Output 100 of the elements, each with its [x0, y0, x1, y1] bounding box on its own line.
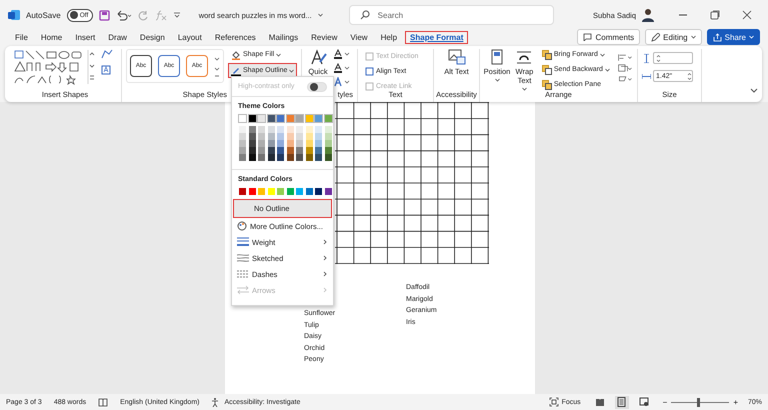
color-swatch[interactable] — [296, 140, 303, 147]
color-swatch[interactable] — [286, 154, 294, 161]
color-swatch[interactable] — [268, 154, 274, 161]
color-swatch[interactable] — [268, 126, 274, 133]
color-swatch[interactable] — [239, 154, 246, 161]
search-field[interactable]: Search — [348, 5, 554, 25]
color-swatch[interactable] — [277, 188, 284, 195]
color-swatch[interactable] — [296, 154, 303, 161]
ribbon-tab[interactable]: File — [10, 30, 33, 44]
color-swatch[interactable] — [296, 126, 303, 133]
ribbon-tab[interactable]: Mailings — [264, 30, 304, 44]
color-swatch[interactable] — [248, 147, 256, 154]
color-swatch[interactable] — [258, 140, 265, 147]
color-swatch[interactable] — [248, 188, 256, 195]
editing-button[interactable]: Editing — [645, 29, 702, 45]
color-swatch[interactable] — [277, 154, 284, 161]
color-swatch[interactable] — [286, 140, 294, 147]
color-swatch[interactable] — [286, 188, 294, 195]
color-swatch[interactable] — [315, 115, 322, 122]
color-swatch[interactable] — [315, 126, 322, 133]
zoom-in-button[interactable]: + — [733, 398, 738, 406]
color-swatch[interactable] — [268, 115, 274, 122]
color-swatch[interactable] — [239, 188, 246, 195]
color-swatch[interactable] — [277, 133, 284, 140]
book-icon[interactable] — [98, 398, 108, 406]
color-swatch[interactable] — [315, 133, 322, 140]
color-swatch[interactable] — [306, 133, 312, 140]
color-swatch[interactable] — [248, 140, 256, 147]
color-swatch[interactable] — [315, 188, 322, 195]
color-swatch[interactable] — [268, 147, 274, 154]
ribbon-tab[interactable]: Home — [36, 30, 68, 44]
ribbon-tab[interactable]: References — [210, 30, 261, 44]
color-swatch[interactable] — [324, 154, 332, 161]
color-swatch[interactable] — [258, 133, 265, 140]
zoom-slider-thumb[interactable] — [697, 398, 700, 406]
color-swatch[interactable] — [258, 126, 265, 133]
color-swatch[interactable] — [268, 188, 274, 195]
shapes-gallery-drawing[interactable] — [13, 49, 97, 85]
ribbon-tab[interactable]: Review — [306, 30, 342, 44]
ribbon-tab[interactable]: Help — [376, 30, 402, 44]
color-swatch[interactable] — [239, 133, 246, 140]
color-swatch[interactable] — [239, 147, 246, 154]
color-swatch[interactable] — [248, 115, 256, 122]
color-swatch[interactable] — [286, 126, 294, 133]
redo-icon[interactable] — [138, 10, 149, 20]
color-swatch[interactable] — [239, 126, 246, 133]
color-swatch[interactable] — [277, 126, 284, 133]
color-swatch[interactable] — [324, 115, 332, 122]
spinner-icon[interactable] — [687, 72, 692, 80]
color-swatch[interactable] — [296, 133, 303, 140]
color-swatch[interactable] — [277, 140, 284, 147]
user-avatar-icon[interactable] — [642, 8, 654, 22]
collapse-ribbon-icon[interactable] — [750, 88, 758, 94]
customize-toolbar-icon[interactable] — [172, 11, 181, 19]
color-swatch[interactable] — [296, 115, 303, 122]
ribbon-tab[interactable]: Design — [134, 30, 170, 44]
comments-button[interactable]: Comments — [577, 29, 640, 45]
ribbon-tab[interactable]: Insert — [70, 30, 100, 44]
color-swatch[interactable] — [239, 140, 246, 147]
color-swatch[interactable] — [258, 147, 265, 154]
color-swatch[interactable] — [277, 115, 284, 122]
save-icon[interactable] — [98, 10, 110, 20]
color-swatch[interactable] — [324, 140, 332, 147]
color-swatch[interactable] — [306, 147, 312, 154]
zoom-out-button[interactable]: − — [662, 398, 668, 406]
color-swatch[interactable] — [248, 154, 256, 161]
color-swatch[interactable] — [324, 126, 332, 133]
color-swatch[interactable] — [324, 133, 332, 140]
color-swatch[interactable] — [248, 126, 256, 133]
color-swatch[interactable] — [296, 188, 303, 195]
text-outline-icon[interactable] — [334, 63, 350, 73]
color-swatch[interactable] — [286, 133, 294, 140]
spinner-icon[interactable] — [656, 54, 661, 62]
text-box-icon[interactable] — [101, 65, 111, 75]
color-swatch[interactable] — [258, 188, 265, 195]
color-swatch[interactable] — [324, 147, 332, 154]
text-effects-icon[interactable] — [334, 77, 350, 87]
formula-icon[interactable] — [154, 10, 167, 20]
color-swatch[interactable] — [239, 115, 246, 122]
color-swatch[interactable] — [277, 147, 284, 154]
color-swatch[interactable] — [306, 140, 312, 147]
color-swatch[interactable] — [324, 188, 332, 195]
color-swatch[interactable] — [315, 147, 322, 154]
text-fill-icon[interactable] — [334, 49, 350, 59]
share-button[interactable]: Share — [706, 29, 760, 45]
color-swatch[interactable] — [286, 115, 294, 122]
ribbon-tab[interactable]: Draw — [103, 30, 132, 44]
color-swatch[interactable] — [258, 115, 265, 122]
color-swatch[interactable] — [306, 126, 312, 133]
ribbon-tab[interactable]: Shape Format — [405, 30, 468, 44]
color-swatch[interactable] — [315, 154, 322, 161]
view-button[interactable] — [636, 396, 651, 408]
color-swatch[interactable] — [268, 133, 274, 140]
color-swatch[interactable] — [296, 147, 303, 154]
color-swatch[interactable] — [306, 154, 312, 161]
color-swatch[interactable] — [315, 140, 322, 147]
color-swatch[interactable] — [268, 140, 274, 147]
color-swatch[interactable] — [248, 133, 256, 140]
ribbon-tab[interactable]: Layout — [172, 30, 207, 44]
height-field[interactable] — [653, 52, 693, 64]
